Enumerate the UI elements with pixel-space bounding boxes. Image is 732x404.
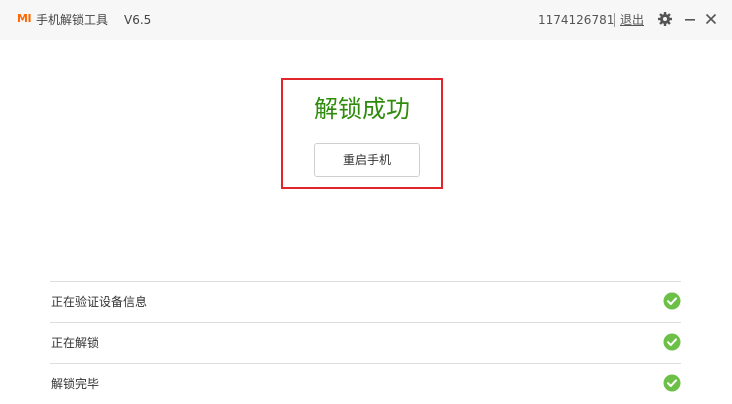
check-circle-icon — [663, 333, 681, 351]
check-circle-icon — [663, 292, 681, 310]
unlock-success-title: 解锁成功 — [314, 95, 410, 123]
close-icon[interactable] — [703, 11, 719, 27]
step-row-complete: 解锁完毕 — [50, 363, 681, 404]
app-title: 手机解锁工具 — [36, 13, 109, 27]
app-version: V6.5 — [124, 13, 152, 27]
step-label: 解锁完毕 — [51, 377, 100, 391]
step-row-unlocking: 正在解锁 — [50, 322, 681, 363]
check-circle-icon — [663, 374, 681, 392]
step-row-verify: 正在验证设备信息 — [50, 281, 681, 322]
step-label: 正在解锁 — [51, 336, 100, 350]
progress-steps: 正在验证设备信息 正在解锁 解锁完毕 — [50, 281, 681, 404]
account-id: 1174126781 — [538, 13, 615, 27]
restart-phone-button[interactable]: 重启手机 — [314, 143, 420, 177]
logout-link[interactable]: 退出 — [620, 11, 644, 29]
title-bar: MI 手机解锁工具 V6.5 1174126781 退出 — [0, 0, 732, 40]
unlock-result-panel: 解锁成功 重启手机 — [281, 78, 443, 189]
gear-icon[interactable] — [657, 11, 673, 27]
mi-logo: MI — [17, 12, 32, 25]
step-label: 正在验证设备信息 — [51, 295, 148, 309]
minimize-icon[interactable] — [682, 11, 698, 27]
divider — [614, 13, 615, 27]
